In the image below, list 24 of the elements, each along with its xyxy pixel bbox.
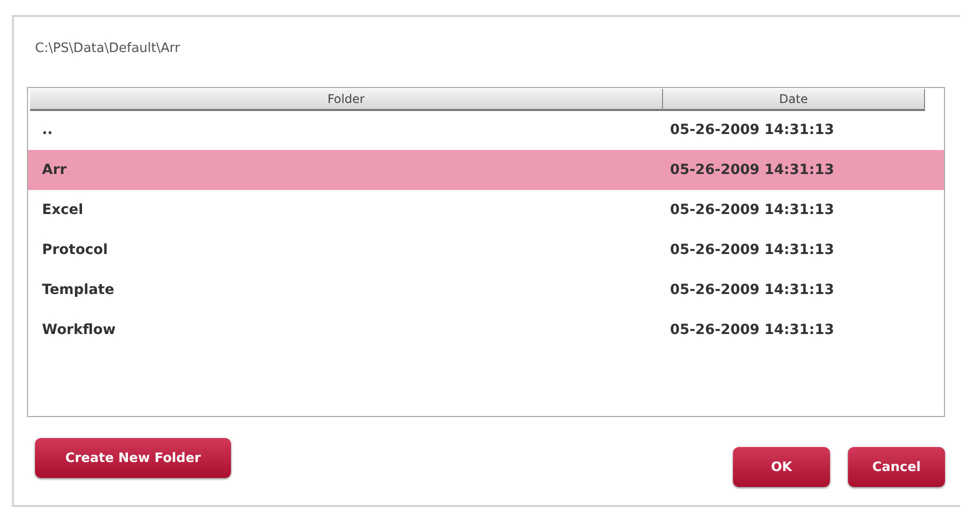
folder-name: Excel [41,202,84,218]
folder-name: Arr [41,162,68,178]
date-cell-text: 05-26-2009 14:31:13 [669,322,836,338]
date-cell-text: 05-26-2009 14:31:13 [669,162,836,178]
folder-name: .. [41,122,54,138]
folder-row[interactable]: Excel 05-26-2009 14:31:13 [28,190,944,230]
folder-row[interactable]: Protocol 05-26-2009 14:31:13 [28,230,944,270]
folder-row[interactable]: Template 05-26-2009 14:31:13 [28,270,944,310]
column-header[interactable]: Date [663,89,925,111]
cancel-button[interactable]: Cancel [848,447,945,487]
folder-row[interactable]: .. 05-26-2009 14:31:13 [28,110,944,150]
column-header[interactable]: Folder [30,89,663,111]
date-cell-text: 05-26-2009 14:31:13 [669,122,836,138]
path-label: C:\PS\Data\Default\Arr [35,41,181,58]
folder-name: Workflow [41,322,117,338]
folder-row[interactable]: Workflow 05-26-2009 14:31:13 [28,310,944,350]
date-cell-text: 05-26-2009 14:31:13 [669,282,836,298]
folder-row[interactable]: Arr 05-26-2009 14:31:13 [28,150,944,190]
folder-name: Protocol [41,242,109,258]
date-cell-text: 05-26-2009 14:31:13 [669,242,836,258]
ok-button[interactable]: OK [733,447,830,487]
create-folder-button[interactable]: Create New Folder [35,438,231,478]
date-cell-text: 05-26-2009 14:31:13 [669,202,836,218]
folder-name: Template [41,282,116,298]
